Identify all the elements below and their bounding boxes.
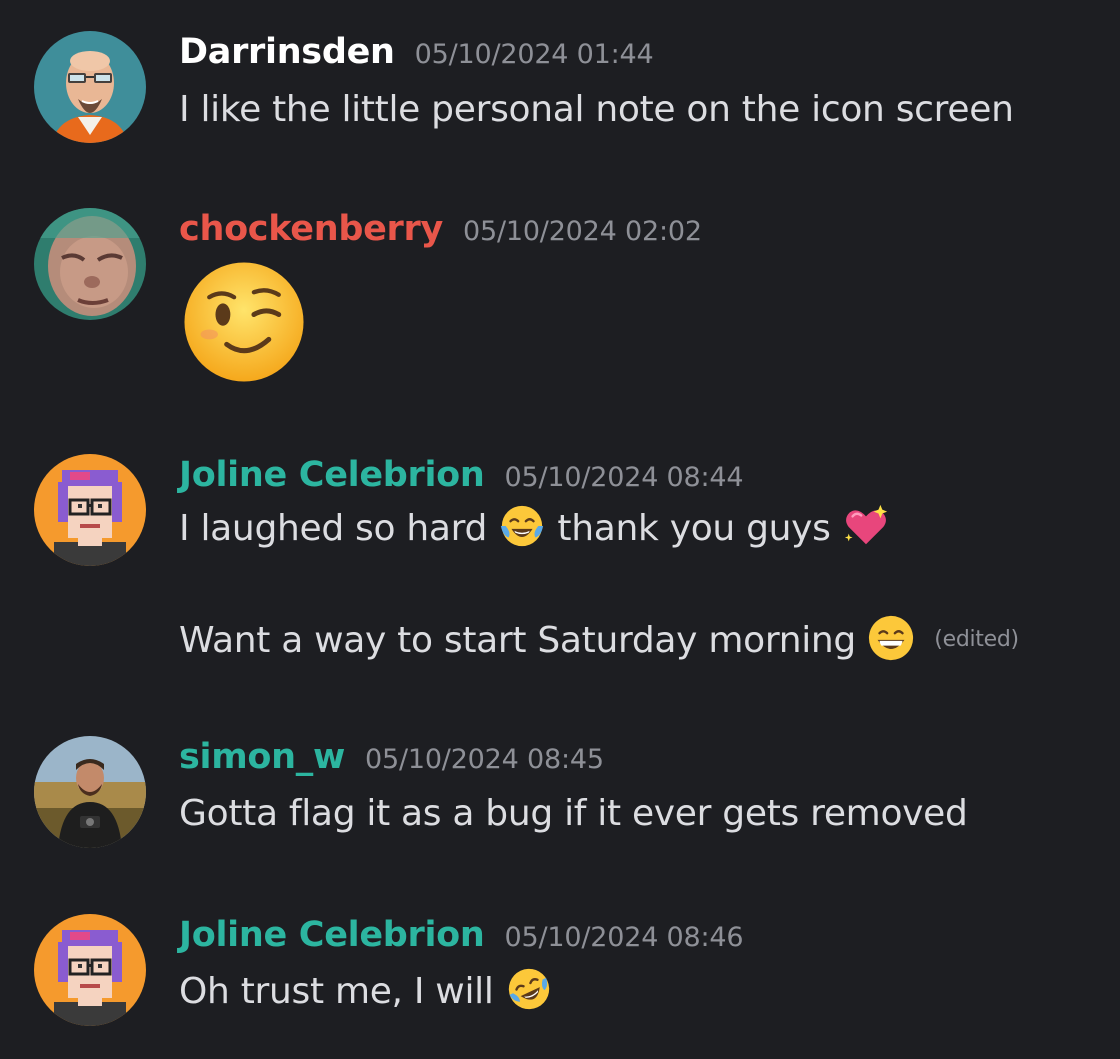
message-text: Want a way to start Saturday morning (ed… <box>179 614 1019 665</box>
cartoon-bald-man-glasses-avatar[interactable] <box>34 31 146 143</box>
username[interactable]: simon_w <box>179 737 345 777</box>
photo-man-with-camera-avatar[interactable] <box>34 736 146 848</box>
username[interactable]: chockenberry <box>179 209 443 249</box>
username[interactable]: Darrinsden <box>179 32 395 72</box>
sparkling-heart-emoji <box>842 502 890 550</box>
message-text-part: thank you guys <box>557 508 831 549</box>
photo-squinting-face-avatar[interactable] <box>34 208 146 320</box>
winking-face-emoji <box>182 260 306 384</box>
timestamp: 05/10/2024 08:46 <box>504 922 744 953</box>
username[interactable]: Joline Celebrion <box>179 455 485 495</box>
edited-label: (edited) <box>934 627 1019 652</box>
rolling-on-floor-laughing-emoji <box>505 965 553 1013</box>
pixel-art-purple-hair-glasses-avatar[interactable] <box>34 454 146 566</box>
pixel-art-purple-hair-glasses-avatar[interactable] <box>34 914 146 1026</box>
message-text: I like the little personal note on the i… <box>179 89 1014 130</box>
username[interactable]: Joline Celebrion <box>179 915 485 955</box>
message-text: I laughed so hard thank you guys <box>179 502 890 553</box>
timestamp: 05/10/2024 08:45 <box>365 744 604 775</box>
chat-message-list: Darrinsden 05/10/2024 01:44 I like the li… <box>0 0 1120 1059</box>
timestamp: 05/10/2024 01:44 <box>414 39 654 70</box>
message-text: Gotta flag it as a bug if it ever gets r… <box>179 793 968 834</box>
message-text: Oh trust me, I will <box>179 968 553 1016</box>
tears-of-joy-emoji <box>498 502 546 550</box>
message-text-part: Oh trust me, I will <box>179 971 494 1012</box>
timestamp: 05/10/2024 08:44 <box>504 462 744 493</box>
grinning-face-emoji <box>867 614 915 662</box>
message-text-part: Want a way to start Saturday morning <box>179 620 856 661</box>
timestamp: 05/10/2024 02:02 <box>462 216 702 247</box>
message-text-part: I laughed so hard <box>179 508 488 549</box>
